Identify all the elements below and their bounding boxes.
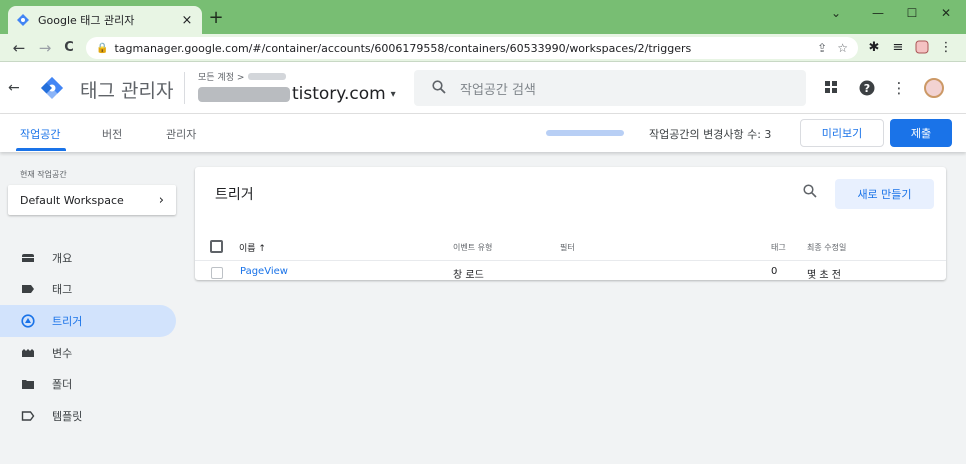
trigger-tag-count: 0 [771, 266, 778, 277]
column-header-event-type[interactable]: 이벤트 유형 [453, 242, 492, 253]
reading-list-icon[interactable]: ≡ [890, 40, 906, 56]
minimize-button[interactable]: — [868, 6, 888, 20]
new-tab-button[interactable]: + [206, 8, 226, 28]
browser-tab[interactable]: Google 태그 관리자 × [8, 6, 202, 34]
sidebar-item-templates[interactable]: 템플릿 [0, 400, 176, 432]
column-header-name[interactable]: 이름 ↑ [239, 241, 266, 254]
redacted-container-prefix [198, 86, 290, 102]
account-breadcrumb[interactable]: 모든 계정 > [198, 70, 287, 83]
chevron-right-icon: › [158, 192, 164, 208]
avatar[interactable] [924, 78, 944, 98]
search-icon[interactable] [803, 184, 817, 202]
tab-close-icon[interactable]: × [180, 13, 194, 28]
sidebar-item-label: 태그 [52, 283, 73, 296]
sidebar-item-folders[interactable]: 폴더 [0, 368, 176, 400]
triggers-card: 트리거 새로 만들기 이름 ↑ 이벤트 유형 필터 태그 최종 수정일 Page… [195, 167, 946, 281]
trigger-name-link[interactable]: PageView [240, 266, 288, 277]
puzzle-icon[interactable]: ✱ [866, 40, 882, 56]
chevron-down-icon: ▾ [390, 88, 396, 100]
container-name: tistory.com [292, 84, 386, 104]
submit-button[interactable]: 제출 [890, 119, 952, 147]
column-header-last-modified[interactable]: 최종 수정일 [807, 242, 846, 253]
url-text[interactable]: tagmanager.google.com/#/container/accoun… [114, 42, 807, 55]
gtm-header: ← 태그 관리자 모든 계정 > tistory.com ▾ 작업공간 검색 ?… [0, 62, 966, 114]
header-divider [184, 72, 185, 104]
omnibox[interactable]: 🔒 tagmanager.google.com/#/container/acco… [86, 37, 858, 59]
workspace-name: Default Workspace [20, 193, 124, 207]
redacted-account-name [248, 73, 287, 80]
sidebar-item-overview[interactable]: 개요 [0, 242, 176, 274]
new-trigger-button[interactable]: 새로 만들기 [835, 179, 934, 209]
table-header: 이름 ↑ 이벤트 유형 필터 태그 최종 수정일 [195, 231, 946, 261]
apps-icon[interactable] [822, 80, 840, 97]
tab-title: Google 태그 관리자 [38, 14, 135, 27]
tag-icon [20, 281, 36, 297]
sidebar-item-variables[interactable]: 변수 [0, 337, 176, 369]
preview-button[interactable]: 미리보기 [800, 119, 884, 147]
browser-tab-bar: Google 태그 관리자 × + ⌄ — ☐ ✕ [0, 0, 966, 34]
help-icon[interactable]: ? [858, 80, 876, 99]
redacted-container-id [546, 130, 624, 136]
folder-icon [20, 376, 36, 392]
sidebar-item-label: 개요 [52, 252, 73, 265]
maximize-button[interactable]: ☐ [902, 6, 922, 20]
share-icon[interactable]: ⇪ [817, 41, 827, 55]
forward-button[interactable]: → [36, 39, 54, 57]
tab-search-icon[interactable]: ⌄ [826, 6, 846, 20]
sidebar-item-triggers[interactable]: 트리거 [0, 305, 176, 337]
trigger-icon [20, 313, 36, 329]
container-selector[interactable]: tistory.com ▾ [198, 84, 396, 104]
trigger-event-type: 창 로드 [453, 270, 484, 281]
column-header-filter[interactable]: 필터 [560, 242, 575, 253]
svg-text:?: ? [864, 82, 870, 95]
more-icon[interactable]: ⋮ [890, 80, 908, 96]
trigger-last-modified: 몇 초 전 [807, 270, 841, 281]
reload-button[interactable]: C [60, 39, 78, 57]
search-placeholder: 작업공간 검색 [460, 82, 536, 98]
sidebar-item-label: 폴더 [52, 378, 73, 391]
current-workspace-label: 현재 작업공간 [20, 170, 67, 179]
address-bar-row: ← → C 🔒 tagmanager.google.com/#/containe… [0, 34, 966, 62]
gtm-favicon-icon [17, 14, 29, 26]
table-row[interactable]: PageView 창 로드 0 몇 초 전 [195, 262, 946, 281]
main-area: 현재 작업공간 Default Workspace › 개요 태그 트리거 변수… [0, 152, 966, 464]
browser-menu-icon[interactable]: ⋮ [938, 40, 954, 56]
tab-versions[interactable]: 버전 [102, 126, 122, 142]
close-window-button[interactable]: ✕ [936, 6, 956, 20]
active-tab-indicator [16, 148, 66, 151]
sidebar-item-tags[interactable]: 태그 [0, 273, 176, 305]
sidebar-item-label: 템플릿 [52, 410, 83, 423]
account-label: 모든 계정 > [198, 73, 245, 83]
sidebar-item-label: 트리거 [52, 315, 83, 328]
back-button[interactable]: ← [10, 39, 28, 57]
workspace-changes-count: 작업공간의 변경사항 수: 3 [649, 128, 772, 141]
header-back-icon[interactable]: ← [8, 80, 20, 96]
tab-admin[interactable]: 관리자 [166, 126, 196, 142]
overview-icon [20, 250, 36, 266]
card-title: 트리거 [215, 187, 254, 203]
variables-icon [20, 345, 36, 361]
lock-icon: 🔒 [96, 42, 109, 54]
tab-workspace[interactable]: 작업공간 [20, 126, 60, 142]
profile-icon[interactable] [914, 40, 930, 59]
select-all-checkbox[interactable] [210, 240, 223, 253]
gtm-logo-icon[interactable] [40, 76, 64, 100]
column-header-tags[interactable]: 태그 [771, 242, 786, 253]
search-icon [432, 79, 446, 98]
star-icon[interactable]: ☆ [837, 41, 848, 55]
workspace-selector[interactable]: Default Workspace › [8, 185, 176, 215]
template-icon [20, 408, 36, 424]
row-checkbox[interactable] [211, 267, 223, 279]
workspace-search-input[interactable]: 작업공간 검색 [414, 70, 806, 106]
workspace-subnav: 작업공간 버전 관리자 작업공간의 변경사항 수: 3 미리보기 제출 [0, 114, 966, 152]
product-name: 태그 관리자 [80, 80, 174, 102]
sidebar-item-label: 변수 [52, 347, 73, 360]
